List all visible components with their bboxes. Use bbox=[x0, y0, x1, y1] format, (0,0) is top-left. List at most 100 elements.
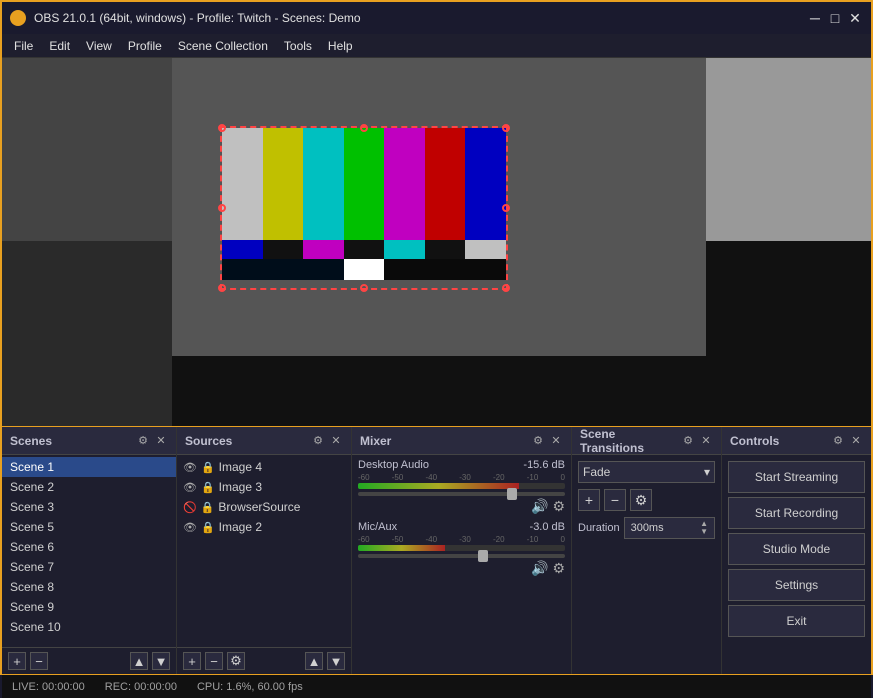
transition-settings-button[interactable]: ⚙ bbox=[630, 489, 652, 511]
exit-button[interactable]: Exit bbox=[728, 605, 865, 637]
mixer-mic-fader[interactable] bbox=[358, 554, 565, 558]
sources-panel: Sources ⚙ ✕ 👁 🔒 Image 4 👁 🔒 Image 3 🚫 🔒 … bbox=[177, 427, 352, 674]
mixer-mic-meter bbox=[358, 545, 565, 551]
scene-item-8[interactable]: Scene 8 bbox=[2, 577, 176, 597]
menu-file[interactable]: File bbox=[6, 37, 41, 55]
sources-up-button[interactable]: ▲ bbox=[305, 652, 323, 670]
menu-help[interactable]: Help bbox=[320, 37, 361, 55]
handle-bottom-left[interactable] bbox=[218, 284, 226, 292]
lock-icon-browser[interactable]: 🔒 bbox=[201, 501, 215, 514]
scenes-panel-header: Scenes ⚙ ✕ bbox=[2, 427, 176, 455]
mixer-desktop-fader[interactable] bbox=[358, 492, 565, 496]
sources-panel-title: Sources bbox=[185, 434, 232, 448]
studio-mode-button[interactable]: Studio Mode bbox=[728, 533, 865, 565]
scenes-add-button[interactable]: + bbox=[8, 652, 26, 670]
visibility-icon-browser[interactable]: 🚫 bbox=[183, 501, 197, 514]
source-item-image2[interactable]: 👁 🔒 Image 2 bbox=[177, 517, 351, 537]
mixer-mic-settings[interactable]: ⚙ bbox=[552, 560, 565, 577]
mixer-close-icon[interactable]: ✕ bbox=[549, 434, 563, 448]
transitions-panel-title: Scene Transitions bbox=[580, 427, 681, 455]
menu-profile[interactable]: Profile bbox=[120, 37, 170, 55]
mixer-desktop-controls: 🔊 ⚙ bbox=[358, 498, 565, 515]
handle-bottom-mid[interactable] bbox=[360, 284, 368, 292]
mixer-config-icon[interactable]: ⚙ bbox=[531, 434, 545, 448]
handle-mid-right[interactable] bbox=[502, 204, 510, 212]
bars-top bbox=[222, 128, 506, 240]
start-recording-button[interactable]: Start Recording bbox=[728, 497, 865, 529]
maximize-button[interactable]: □ bbox=[827, 10, 843, 26]
mixer-mic-fader-handle[interactable] bbox=[478, 550, 488, 562]
menu-view[interactable]: View bbox=[78, 37, 120, 55]
scene-item-1[interactable]: Scene 1 bbox=[2, 457, 176, 477]
controls-close-icon[interactable]: ✕ bbox=[849, 434, 863, 448]
handle-mid-left[interactable] bbox=[218, 204, 226, 212]
mixer-channel-mic: Mic/Aux -3.0 dB -60-50-40-30-20-100 🔊 ⚙ bbox=[358, 521, 565, 577]
sources-down-button[interactable]: ▼ bbox=[327, 652, 345, 670]
scene-item-2[interactable]: Scene 2 bbox=[2, 477, 176, 497]
start-streaming-button[interactable]: Start Streaming bbox=[728, 461, 865, 493]
sources-config-icon[interactable]: ⚙ bbox=[311, 434, 325, 448]
scenes-remove-button[interactable]: − bbox=[30, 652, 48, 670]
menu-scene-collection[interactable]: Scene Collection bbox=[170, 37, 276, 55]
sources-add-button[interactable]: + bbox=[183, 652, 201, 670]
duration-value[interactable]: 300ms ▲ ▼ bbox=[624, 517, 715, 539]
close-button[interactable]: ✕ bbox=[847, 10, 863, 26]
mixer-desktop-name: Desktop Audio bbox=[358, 459, 429, 471]
visibility-icon-image3[interactable]: 👁 bbox=[183, 481, 197, 494]
mixer-desktop-meter bbox=[358, 483, 565, 489]
handle-bottom-right[interactable] bbox=[502, 284, 510, 292]
mixer-channel-desktop: Desktop Audio -15.6 dB -60-50-40-30-20-1… bbox=[358, 459, 565, 515]
settings-button[interactable]: Settings bbox=[728, 569, 865, 601]
transition-select[interactable]: Fade ▾ bbox=[578, 461, 715, 483]
controls-config-icon[interactable]: ⚙ bbox=[831, 434, 845, 448]
scene-item-7[interactable]: Scene 7 bbox=[2, 557, 176, 577]
bar-magenta bbox=[384, 128, 425, 240]
handle-top-left[interactable] bbox=[218, 124, 226, 132]
scenes-up-button[interactable]: ▲ bbox=[130, 652, 148, 670]
sources-remove-button[interactable]: − bbox=[205, 652, 223, 670]
scenes-config-icon[interactable]: ⚙ bbox=[136, 434, 150, 448]
handle-top-mid[interactable] bbox=[360, 124, 368, 132]
window-title: OBS 21.0.1 (64bit, windows) - Profile: T… bbox=[34, 11, 807, 25]
scene-item-9[interactable]: Scene 9 bbox=[2, 597, 176, 617]
transitions-config-icon[interactable]: ⚙ bbox=[681, 434, 695, 448]
sources-close-icon[interactable]: ✕ bbox=[329, 434, 343, 448]
sources-settings-button[interactable]: ⚙ bbox=[227, 652, 245, 670]
source-item-image4[interactable]: 👁 🔒 Image 4 bbox=[177, 457, 351, 477]
handle-top-right[interactable] bbox=[502, 124, 510, 132]
source-item-browser[interactable]: 🚫 🔒 BrowserSource bbox=[177, 497, 351, 517]
transition-add-button[interactable]: + bbox=[578, 489, 600, 511]
transitions-close-icon[interactable]: ✕ bbox=[699, 434, 713, 448]
mixer-desktop-fader-handle[interactable] bbox=[507, 488, 517, 500]
bar-green bbox=[344, 128, 385, 240]
mixer-desktop-mute[interactable]: 🔊 bbox=[531, 498, 548, 515]
lock-icon-image4[interactable]: 🔒 bbox=[201, 461, 215, 474]
menu-tools[interactable]: Tools bbox=[276, 37, 320, 55]
visibility-icon-image4[interactable]: 👁 bbox=[183, 461, 197, 474]
source-label-image2: Image 2 bbox=[219, 520, 262, 534]
preview-bottom-right bbox=[706, 241, 871, 426]
duration-arrows[interactable]: ▲ ▼ bbox=[700, 520, 708, 536]
scenes-down-button[interactable]: ▼ bbox=[152, 652, 170, 670]
mixer-mic-mute[interactable]: 🔊 bbox=[531, 560, 548, 577]
minimize-button[interactable]: ─ bbox=[807, 10, 823, 26]
duration-down-arrow[interactable]: ▼ bbox=[700, 528, 708, 536]
status-cpu: CPU: 1.6%, 60.00 fps bbox=[197, 681, 303, 693]
scene-item-3[interactable]: Scene 3 bbox=[2, 497, 176, 517]
scenes-close-icon[interactable]: ✕ bbox=[154, 434, 168, 448]
status-rec: REC: 00:00:00 bbox=[105, 681, 177, 693]
meter-scale-desktop: -60-50-40-30-20-100 bbox=[358, 473, 565, 482]
scene-item-5[interactable]: Scene 5 bbox=[2, 517, 176, 537]
color-bars[interactable] bbox=[220, 126, 508, 290]
visibility-icon-image2[interactable]: 👁 bbox=[183, 521, 197, 534]
bars-mid bbox=[222, 240, 506, 259]
scene-item-6[interactable]: Scene 6 bbox=[2, 537, 176, 557]
lock-icon-image3[interactable]: 🔒 bbox=[201, 481, 215, 494]
mixer-mic-name: Mic/Aux bbox=[358, 521, 397, 533]
transition-remove-button[interactable]: − bbox=[604, 489, 626, 511]
scene-item-10[interactable]: Scene 10 bbox=[2, 617, 176, 637]
lock-icon-image2[interactable]: 🔒 bbox=[201, 521, 215, 534]
source-item-image3[interactable]: 👁 🔒 Image 3 bbox=[177, 477, 351, 497]
menu-edit[interactable]: Edit bbox=[41, 37, 78, 55]
mixer-desktop-settings[interactable]: ⚙ bbox=[552, 498, 565, 515]
